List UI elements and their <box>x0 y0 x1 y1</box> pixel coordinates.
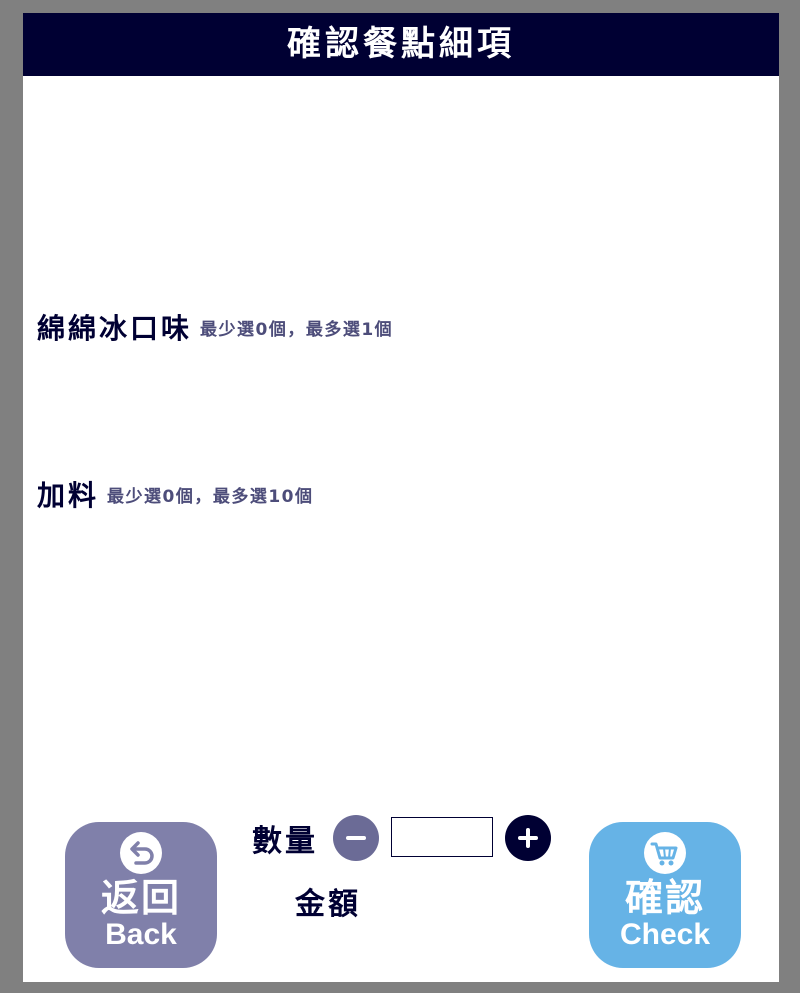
minus-icon <box>346 836 366 840</box>
option-group-title: 綿綿冰口味 <box>37 312 193 345</box>
back-button-label-en: Back <box>105 918 177 951</box>
check-button[interactable]: 確認 Check <box>589 822 741 968</box>
amount-label: 金額 <box>295 887 361 922</box>
quantity-label: 數量 <box>252 824 318 859</box>
quantity-input[interactable] <box>391 817 493 857</box>
check-button-label: 確認 <box>624 876 705 920</box>
back-button-label: 返回 <box>100 876 181 920</box>
option-group-hint: 最少選0個，最多選10個 <box>107 486 314 507</box>
return-arrow-icon <box>120 832 162 874</box>
page-title: 確認餐點細項 <box>23 13 779 76</box>
option-group-hint: 最少選0個，最多選1個 <box>200 319 394 340</box>
increase-quantity-button[interactable] <box>505 815 551 861</box>
cart-icon <box>644 832 686 874</box>
check-button-label-en: Check <box>619 918 711 951</box>
decrease-quantity-button[interactable] <box>333 815 379 861</box>
option-group-title: 加料 <box>37 479 100 512</box>
option-group-flavor: 綿綿冰口味 最少選0個，最多選1個 <box>37 307 393 347</box>
back-button[interactable]: 返回 Back <box>65 822 217 968</box>
option-group-toppings: 加料 最少選0個，最多選10個 <box>37 474 314 514</box>
order-detail-panel: 確認餐點細項 綿綿冰口味 最少選0個，最多選1個 加料 最少選0個，最多選10個 數… <box>23 13 779 982</box>
